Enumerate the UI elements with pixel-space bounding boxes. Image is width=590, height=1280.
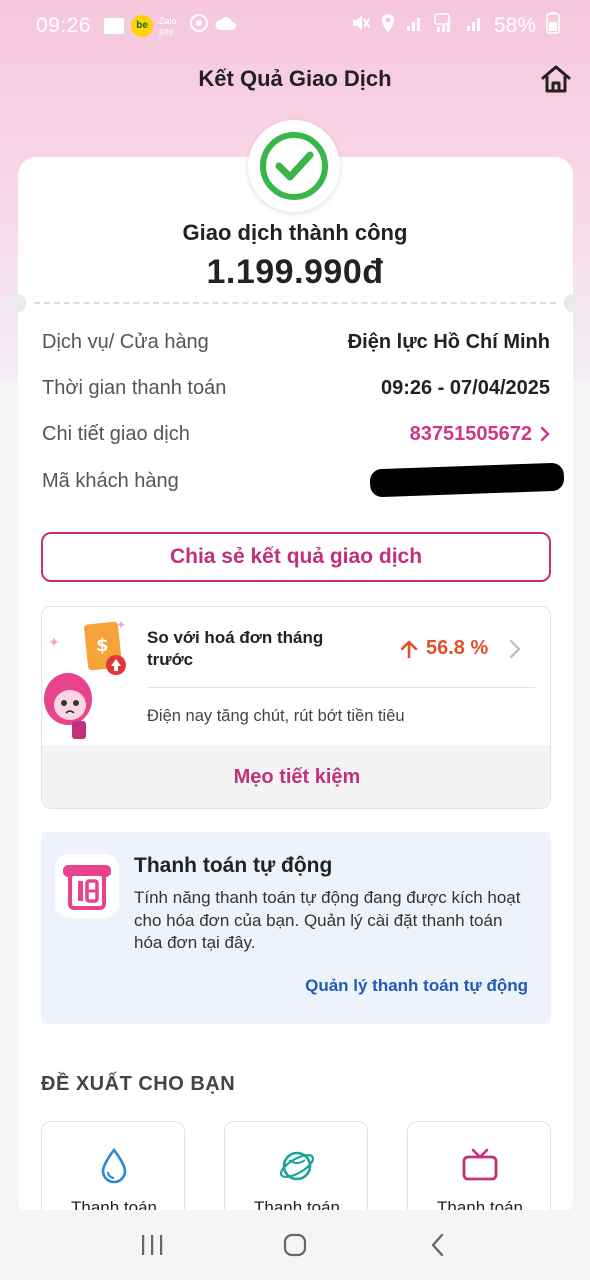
svg-text:$: $ xyxy=(96,635,109,656)
sync-icon xyxy=(189,13,209,39)
detail-row-time: Thời gian thanh toán 09:26 - 07/04/2025 xyxy=(42,373,550,403)
detail-value: Điện lực Hồ Chí Minh xyxy=(347,330,550,353)
status-time: 09:26 xyxy=(36,14,92,37)
transaction-id: 83751505672 xyxy=(409,422,532,445)
recent-apps-icon xyxy=(141,1235,162,1255)
auto-pay-icon xyxy=(55,854,119,918)
receipt-notch-right xyxy=(564,294,580,312)
detail-row-transaction[interactable]: Chi tiết giao dịch 83751505672 xyxy=(42,419,550,449)
notification-app-icon xyxy=(103,17,126,35)
be-app-icon: be xyxy=(131,15,154,37)
battery-icon xyxy=(546,12,560,40)
app-header: Kết Quả Giao Dịch xyxy=(0,52,590,106)
receipt-divider xyxy=(34,302,556,304)
battery-percent: 58% xyxy=(493,14,536,37)
back-icon xyxy=(432,1233,444,1257)
detail-label: Thời gian thanh toán xyxy=(42,376,227,399)
detail-label: Chi tiết giao dịch xyxy=(42,422,190,445)
home-nav-button[interactable] xyxy=(275,1225,315,1265)
recent-apps-button[interactable] xyxy=(132,1225,172,1265)
internet-globe-icon xyxy=(279,1151,315,1181)
signal-icon xyxy=(406,14,424,38)
share-result-button[interactable]: Chia sẻ kết quả giao dịch xyxy=(41,532,551,582)
svg-text:✦: ✦ xyxy=(48,635,60,651)
auto-pay-card: Thanh toán tự động Tính năng thanh toán … xyxy=(41,832,551,1024)
receipt-notch-left xyxy=(10,294,26,312)
water-drop-icon xyxy=(101,1147,127,1184)
status-right-group: 58% xyxy=(350,12,560,40)
mute-icon xyxy=(350,13,370,39)
compare-title: So với hoá đơn tháng trước xyxy=(147,628,324,669)
arrow-up-icon xyxy=(400,640,418,658)
compare-percent-value: 56.8 % xyxy=(426,637,489,659)
tv-icon xyxy=(462,1148,498,1181)
check-circle-icon xyxy=(260,132,328,200)
compare-top-section[interactable]: ✦ ✦ $ So với hoá đơn tháng trước 56.8 % … xyxy=(42,607,550,745)
status-bar: 09:26 be Zalo pay 58% xyxy=(0,0,590,52)
auto-pay-title: Thanh toán tự động xyxy=(134,854,333,877)
detail-label: Mã khách hàng xyxy=(42,469,179,492)
detail-label: Dịch vụ/ Cửa hàng xyxy=(42,330,209,353)
manage-auto-pay-link[interactable]: Quản lý thanh toán tự động xyxy=(305,976,528,996)
chevron-right-icon[interactable] xyxy=(508,639,522,659)
location-icon xyxy=(380,13,396,39)
transaction-amount: 1.199.990đ xyxy=(206,253,384,291)
transaction-id-link[interactable]: 83751505672 xyxy=(410,423,550,446)
detail-row-service: Dịch vụ/ Cửa hàng Điện lực Hồ Chí Minh xyxy=(42,327,550,357)
cloud-icon xyxy=(215,14,237,38)
home-icon xyxy=(541,65,571,93)
zalopay-icon: Zalo pay xyxy=(159,16,177,36)
bill-compare-card[interactable]: ✦ ✦ $ So với hoá đơn tháng trước 56.8 % … xyxy=(41,606,551,809)
compare-percent: 56.8 % xyxy=(400,637,488,660)
back-button[interactable] xyxy=(418,1225,458,1265)
detail-value: 09:26 - 07/04/2025 xyxy=(380,376,550,399)
5g-icon xyxy=(434,13,456,39)
auto-pay-description: Tính năng thanh toán tự động đang được k… xyxy=(134,888,521,952)
system-nav-bar xyxy=(0,1210,590,1280)
saving-tips-button[interactable]: Mẹo tiết kiệm xyxy=(42,745,550,808)
page-title: Kết Quả Giao Dịch xyxy=(198,66,392,91)
chevron-right-icon xyxy=(540,426,550,442)
compare-divider xyxy=(147,687,535,688)
transaction-status: Giao dịch thành công xyxy=(182,220,408,245)
mascot-illustration: ✦ ✦ $ xyxy=(44,618,126,739)
suggestions-heading: ĐỀ XUẤT CHO BẠN xyxy=(41,1073,236,1095)
success-badge xyxy=(248,120,340,212)
home-button[interactable] xyxy=(540,64,572,94)
home-circle-icon xyxy=(283,1233,307,1257)
signal-icon xyxy=(466,14,484,38)
compare-subtitle: Điện nay tăng chút, rút bớt tiền tiêu xyxy=(147,707,405,725)
